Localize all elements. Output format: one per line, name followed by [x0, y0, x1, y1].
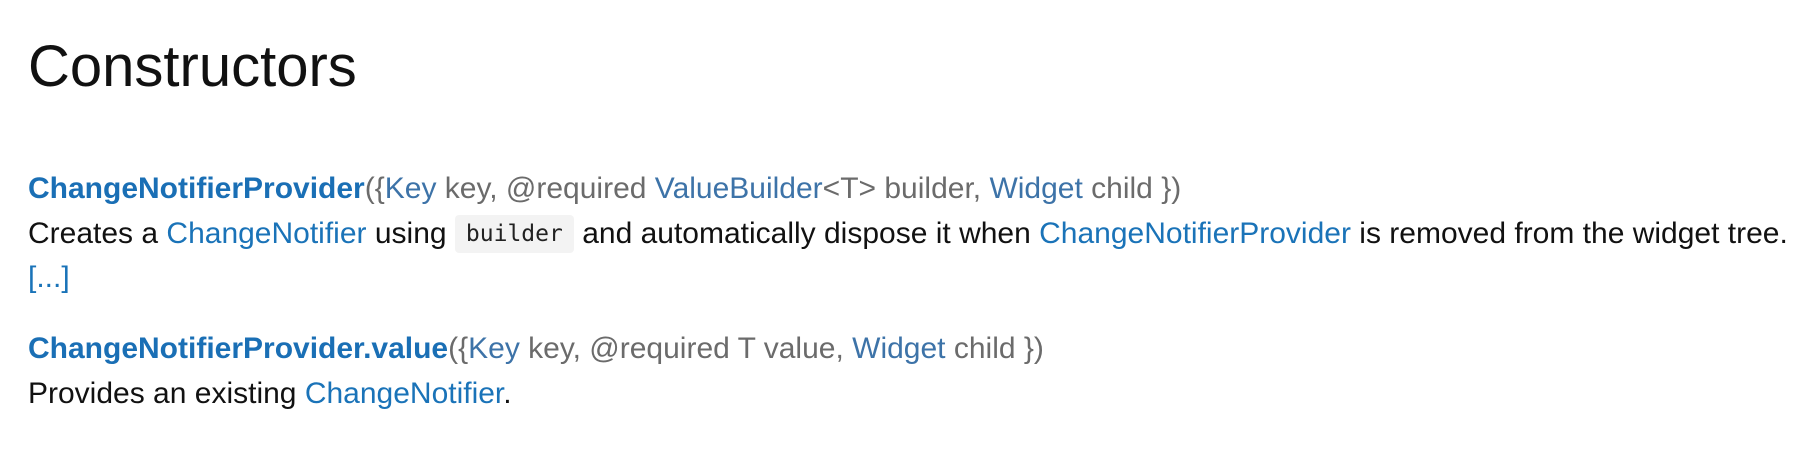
changenotifier-link[interactable]: ChangeNotifier	[305, 377, 503, 410]
constructor-description: Provides an existing ChangeNotifier.	[28, 372, 1798, 416]
key-type-link[interactable]: Key	[468, 332, 520, 365]
description-text: and automatically dispose it when	[573, 217, 1040, 250]
page: Constructors ChangeNotifierProvider({Key…	[0, 0, 1814, 468]
signature-text: key, @required T value,	[519, 332, 853, 365]
signature-close: child })	[945, 332, 1044, 365]
constructors-list: ChangeNotifierProvider({Key key, @requir…	[28, 170, 1814, 416]
description-text: is removed from the widget tree.	[1350, 217, 1788, 250]
valuebuilder-type-link[interactable]: ValueBuilder	[655, 172, 823, 205]
description-text: using	[366, 217, 455, 250]
signature-text: key, @required	[436, 172, 655, 205]
changenotifierprovider-link[interactable]: ChangeNotifierProvider	[1039, 217, 1351, 250]
widget-type-link[interactable]: Widget	[989, 172, 1082, 205]
constructor-name-link[interactable]: ChangeNotifierProvider	[28, 172, 365, 205]
section-title: Constructors	[28, 34, 357, 99]
description-text: Creates a	[28, 217, 167, 250]
signature-text: <T> builder,	[822, 172, 990, 205]
signature-open: ({	[364, 172, 385, 205]
inline-code-builder: builder	[454, 215, 574, 253]
constructor-signature: ChangeNotifierProvider({Key key, @requir…	[28, 170, 1814, 208]
constructor-name-link[interactable]: ChangeNotifierProvider.value	[28, 332, 448, 365]
widget-type-link[interactable]: Widget	[852, 332, 945, 365]
key-type-link[interactable]: Key	[385, 172, 437, 205]
changenotifier-link[interactable]: ChangeNotifier	[166, 217, 366, 250]
read-more-link[interactable]: [...]	[28, 261, 70, 294]
description-text: Provides an existing	[28, 377, 305, 410]
constructor-description: Creates a ChangeNotifier using builder a…	[28, 212, 1798, 300]
signature-open: ({	[448, 332, 469, 365]
signature-close: child })	[1082, 172, 1182, 205]
constructor-signature: ChangeNotifierProvider.value({Key key, @…	[28, 330, 1814, 368]
description-text: .	[503, 377, 512, 410]
